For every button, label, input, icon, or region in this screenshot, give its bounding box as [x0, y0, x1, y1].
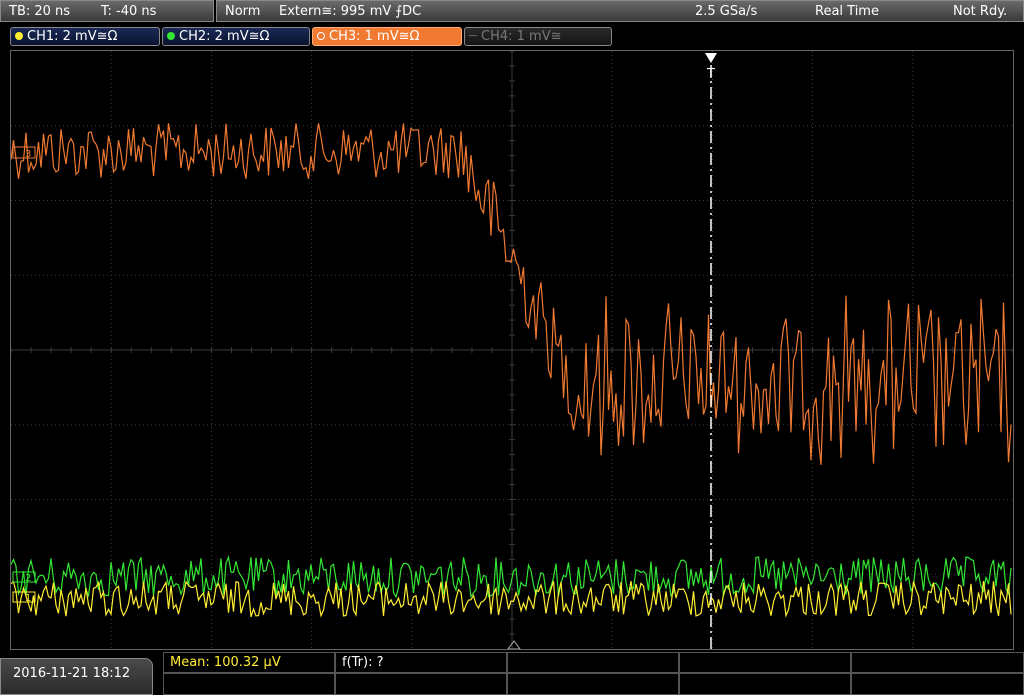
channel-4-button[interactable]: CH4: 1 mV≅	[464, 27, 612, 46]
mean-value: Mean: 100.32 µV	[170, 655, 281, 670]
channel-bar: CH1: 2 mV≅Ω CH2: 2 mV≅Ω CH3: 1 mV≅Ω CH4:…	[0, 24, 1024, 48]
measurement-slot-10[interactable]	[851, 673, 1024, 695]
channel-4-off-icon	[469, 35, 477, 37]
measurement-slot-7[interactable]	[335, 673, 507, 695]
channel-1-dot-icon	[15, 32, 23, 40]
channel-3-marker-label: 3	[25, 149, 31, 160]
channel-2-label: CH2: 2 mV≅Ω	[179, 29, 270, 44]
measurement-slot-5[interactable]	[851, 652, 1024, 673]
waveform-display[interactable]: T 3 2 1	[10, 50, 1014, 650]
trigger-offset-marker-icon[interactable]	[507, 640, 521, 649]
datetime-panel: 2016-11-21 18:12	[0, 658, 153, 695]
sample-rate: 2.5 GSa/s	[695, 4, 758, 19]
measurement-slot-4[interactable]	[679, 652, 851, 673]
rise-time-value: f(Tr): ?	[342, 655, 384, 670]
timebase-panel[interactable]: TB: 20 ns T: -40 ns	[0, 0, 214, 22]
channel-2-marker-label: 2	[25, 573, 31, 584]
measurement-rise-time[interactable]: f(Tr): ?	[335, 652, 507, 673]
channel-2-dot-icon	[167, 32, 175, 40]
trigger-mode: Norm	[225, 4, 261, 19]
acquisition-mode: Real Time	[815, 4, 879, 19]
measurement-slot-9[interactable]	[679, 673, 851, 695]
timebase-value: TB: 20 ns	[9, 4, 71, 19]
datetime: 2016-11-21 18:12	[13, 666, 131, 681]
channel-1-label: CH1: 2 mV≅Ω	[27, 29, 118, 44]
channel-1-marker-label: 1	[25, 593, 31, 604]
measurement-table[interactable]: Mean: 100.32 µV f(Tr): ?	[163, 652, 1024, 695]
trigger-source: Extern≅: 995 mV ⨍DC	[279, 4, 422, 19]
waveform-canvas: T 3 2 1	[11, 51, 1013, 649]
channel-3-button[interactable]: CH3: 1 mV≅Ω	[312, 27, 462, 46]
measurement-slot-8[interactable]	[507, 673, 679, 695]
channel-3-dot-icon	[317, 32, 325, 40]
acquisition-status: Not Rdy.	[953, 4, 1008, 19]
measurement-slot-6[interactable]	[163, 673, 335, 695]
trigger-time-value: T: -40 ns	[101, 4, 157, 19]
channel-3-label: CH3: 1 mV≅Ω	[329, 29, 420, 44]
measurement-mean[interactable]: Mean: 100.32 µV	[163, 652, 335, 673]
channel-2-button[interactable]: CH2: 2 mV≅Ω	[162, 27, 310, 46]
bottom-bar: 2016-11-21 18:12 Mean: 100.32 µV f(Tr): …	[0, 652, 1024, 695]
channel-3-trace	[11, 123, 1012, 465]
trigger-panel[interactable]: Norm Extern≅: 995 mV ⨍DC 2.5 GSa/s Real …	[216, 0, 1024, 22]
channel-4-label: CH4: 1 mV≅	[481, 29, 562, 44]
channel-1-button[interactable]: CH1: 2 mV≅Ω	[10, 27, 160, 46]
measurement-slot-3[interactable]	[507, 652, 679, 673]
top-status-bar: TB: 20 ns T: -40 ns Norm Extern≅: 995 mV…	[0, 0, 1024, 24]
trigger-position-marker-icon[interactable]	[705, 53, 717, 63]
trigger-marker-label: T	[706, 67, 715, 82]
